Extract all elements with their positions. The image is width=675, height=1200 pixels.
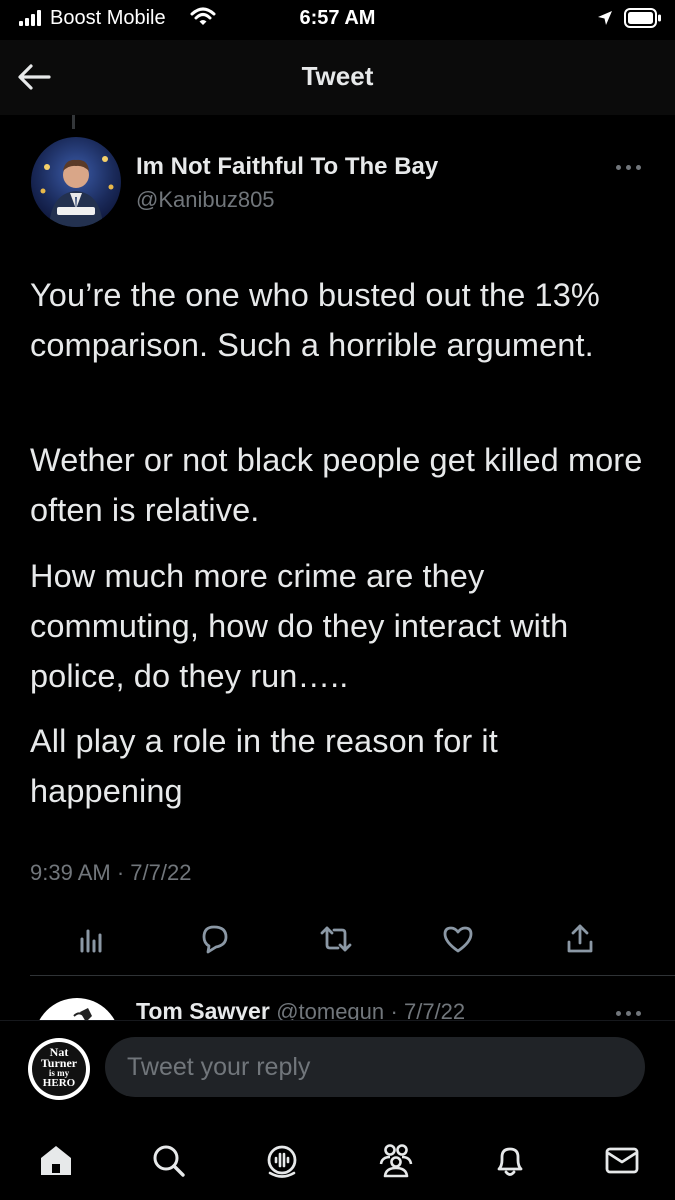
reply-composer: Nat Turner is my HERO bbox=[0, 1020, 675, 1121]
current-user-avatar[interactable]: Nat Turner is my HERO bbox=[28, 1038, 90, 1100]
author-display-name[interactable]: Im Not Faithful To The Bay bbox=[136, 153, 438, 181]
reply-more-options-icon[interactable] bbox=[612, 1006, 646, 1020]
reply-author-line: Tom Sawyer @tomegun · 7/7/22 bbox=[136, 998, 465, 1020]
header-bar: Tweet bbox=[0, 40, 675, 115]
tweet-text-paragraph: Wether or not black people get killed mo… bbox=[30, 442, 643, 528]
battery-icon bbox=[624, 8, 662, 28]
tweet-text-paragraph: How much more crime are they commuting, … bbox=[30, 558, 569, 694]
spaces-icon[interactable] bbox=[254, 1134, 310, 1190]
author-handle[interactable]: @Kanibuz805 bbox=[136, 187, 275, 213]
home-icon[interactable] bbox=[28, 1134, 84, 1190]
share-icon[interactable] bbox=[556, 915, 604, 963]
reply-icon[interactable] bbox=[190, 915, 238, 963]
messages-icon[interactable] bbox=[594, 1134, 650, 1190]
like-icon[interactable] bbox=[434, 915, 482, 963]
reply-tweet-preview[interactable]: Tom Sawyer @tomegun · 7/7/22 bbox=[0, 976, 675, 1020]
reply-author-name[interactable]: Tom Sawyer bbox=[136, 998, 270, 1020]
tweet-text-paragraph: You’re the one who busted out the 13% co… bbox=[30, 277, 600, 363]
author-avatar[interactable] bbox=[31, 137, 121, 227]
more-options-icon[interactable] bbox=[612, 160, 646, 174]
analytics-icon[interactable] bbox=[68, 915, 116, 963]
bottom-tab-bar bbox=[0, 1120, 675, 1200]
reply-input[interactable] bbox=[105, 1037, 645, 1097]
reply-author-handle[interactable]: @tomegun bbox=[276, 999, 384, 1020]
page-title: Tweet bbox=[301, 61, 374, 91]
notifications-icon[interactable] bbox=[482, 1134, 538, 1190]
reply-date: · 7/7/22 bbox=[390, 999, 466, 1020]
retweet-icon[interactable] bbox=[312, 915, 360, 963]
search-icon[interactable] bbox=[140, 1134, 196, 1190]
tweet-timestamp[interactable]: 9:39 AM · 7/7/22 bbox=[30, 860, 191, 886]
tweet-text-paragraph: All play a role in the reason for it hap… bbox=[30, 723, 498, 809]
avatar-text-line: HERO bbox=[42, 1077, 76, 1089]
location-arrow-icon bbox=[596, 9, 614, 27]
avatar-text-logo: Nat Turner is my HERO bbox=[32, 1042, 86, 1096]
status-bar: Boost Mobile 6:57 AM bbox=[0, 0, 675, 40]
communities-icon[interactable] bbox=[368, 1134, 424, 1190]
thread-connector-line bbox=[72, 115, 75, 129]
status-time: 6:57 AM bbox=[299, 7, 376, 29]
tweet-action-bar bbox=[0, 915, 675, 965]
reply-author-avatar[interactable] bbox=[34, 998, 120, 1020]
